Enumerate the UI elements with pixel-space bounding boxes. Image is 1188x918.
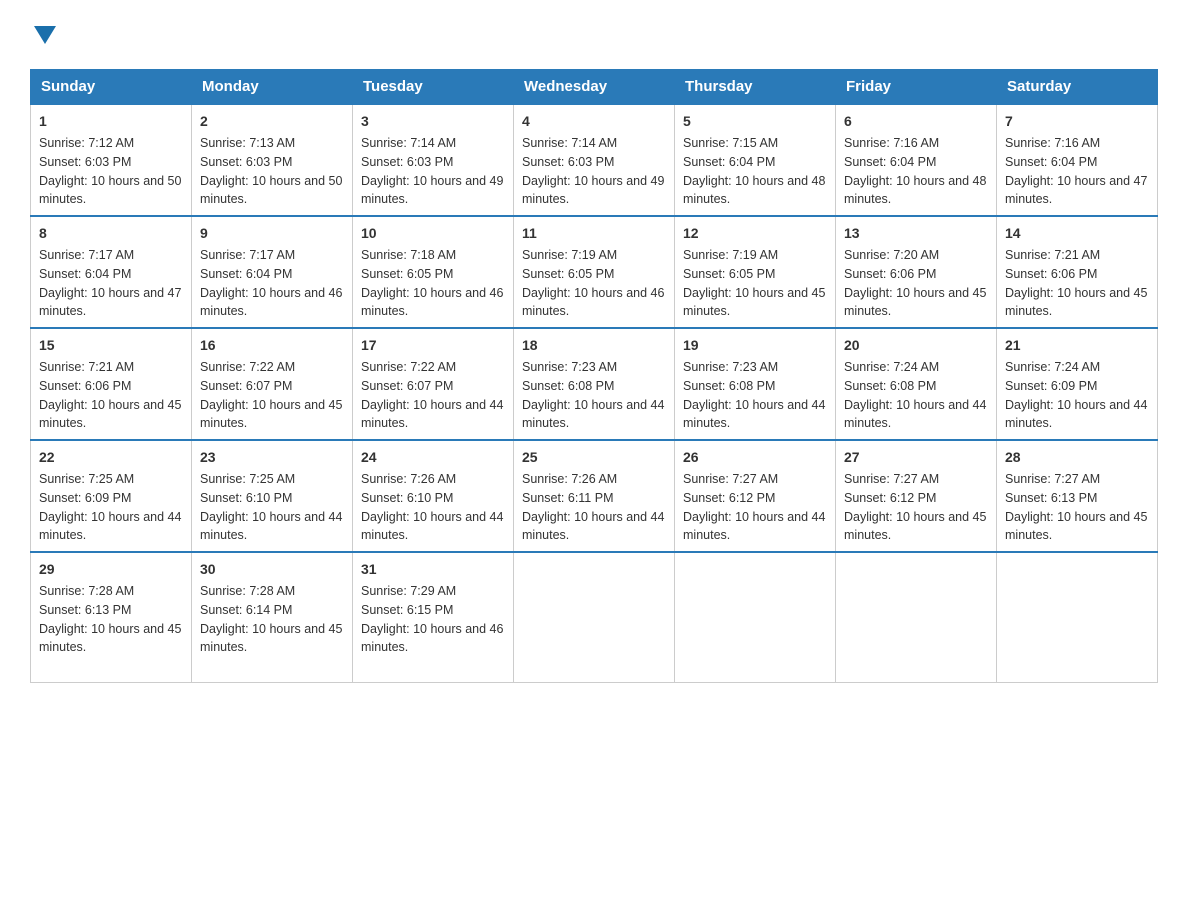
weekday-header-tuesday: Tuesday bbox=[353, 70, 514, 105]
calendar-cell bbox=[514, 552, 675, 682]
day-number: 3 bbox=[361, 111, 505, 132]
calendar-cell bbox=[997, 552, 1158, 682]
day-number: 10 bbox=[361, 223, 505, 244]
day-number: 18 bbox=[522, 335, 666, 356]
day-number: 15 bbox=[39, 335, 183, 356]
calendar-cell: 7Sunrise: 7:16 AMSunset: 6:04 PMDaylight… bbox=[997, 104, 1158, 216]
calendar-cell: 15Sunrise: 7:21 AMSunset: 6:06 PMDayligh… bbox=[31, 328, 192, 440]
calendar-cell: 1Sunrise: 7:12 AMSunset: 6:03 PMDaylight… bbox=[31, 104, 192, 216]
calendar-cell: 13Sunrise: 7:20 AMSunset: 6:06 PMDayligh… bbox=[836, 216, 997, 328]
page-header bbox=[30, 20, 1158, 49]
day-number: 9 bbox=[200, 223, 344, 244]
day-number: 22 bbox=[39, 447, 183, 468]
weekday-header-saturday: Saturday bbox=[997, 70, 1158, 105]
day-number: 1 bbox=[39, 111, 183, 132]
day-number: 20 bbox=[844, 335, 988, 356]
day-number: 16 bbox=[200, 335, 344, 356]
weekday-header-monday: Monday bbox=[192, 70, 353, 105]
calendar-cell: 8Sunrise: 7:17 AMSunset: 6:04 PMDaylight… bbox=[31, 216, 192, 328]
calendar-cell: 6Sunrise: 7:16 AMSunset: 6:04 PMDaylight… bbox=[836, 104, 997, 216]
day-number: 26 bbox=[683, 447, 827, 468]
day-number: 12 bbox=[683, 223, 827, 244]
calendar-cell: 27Sunrise: 7:27 AMSunset: 6:12 PMDayligh… bbox=[836, 440, 997, 552]
day-number: 24 bbox=[361, 447, 505, 468]
calendar-cell: 29Sunrise: 7:28 AMSunset: 6:13 PMDayligh… bbox=[31, 552, 192, 682]
logo bbox=[30, 20, 56, 49]
calendar-cell: 14Sunrise: 7:21 AMSunset: 6:06 PMDayligh… bbox=[997, 216, 1158, 328]
calendar-cell: 16Sunrise: 7:22 AMSunset: 6:07 PMDayligh… bbox=[192, 328, 353, 440]
calendar-cell: 21Sunrise: 7:24 AMSunset: 6:09 PMDayligh… bbox=[997, 328, 1158, 440]
day-number: 31 bbox=[361, 559, 505, 580]
day-number: 5 bbox=[683, 111, 827, 132]
calendar-cell: 2Sunrise: 7:13 AMSunset: 6:03 PMDaylight… bbox=[192, 104, 353, 216]
calendar-cell: 25Sunrise: 7:26 AMSunset: 6:11 PMDayligh… bbox=[514, 440, 675, 552]
calendar-week-3: 15Sunrise: 7:21 AMSunset: 6:06 PMDayligh… bbox=[31, 328, 1158, 440]
calendar-cell: 22Sunrise: 7:25 AMSunset: 6:09 PMDayligh… bbox=[31, 440, 192, 552]
day-number: 28 bbox=[1005, 447, 1149, 468]
calendar-cell: 30Sunrise: 7:28 AMSunset: 6:14 PMDayligh… bbox=[192, 552, 353, 682]
day-number: 4 bbox=[522, 111, 666, 132]
day-number: 11 bbox=[522, 223, 666, 244]
calendar-cell: 3Sunrise: 7:14 AMSunset: 6:03 PMDaylight… bbox=[353, 104, 514, 216]
day-number: 25 bbox=[522, 447, 666, 468]
day-number: 6 bbox=[844, 111, 988, 132]
calendar-cell bbox=[675, 552, 836, 682]
calendar-cell bbox=[836, 552, 997, 682]
calendar-cell: 9Sunrise: 7:17 AMSunset: 6:04 PMDaylight… bbox=[192, 216, 353, 328]
day-number: 23 bbox=[200, 447, 344, 468]
calendar-cell: 18Sunrise: 7:23 AMSunset: 6:08 PMDayligh… bbox=[514, 328, 675, 440]
weekday-header-sunday: Sunday bbox=[31, 70, 192, 105]
weekday-header-wednesday: Wednesday bbox=[514, 70, 675, 105]
day-number: 29 bbox=[39, 559, 183, 580]
day-number: 7 bbox=[1005, 111, 1149, 132]
calendar-cell: 31Sunrise: 7:29 AMSunset: 6:15 PMDayligh… bbox=[353, 552, 514, 682]
day-number: 19 bbox=[683, 335, 827, 356]
calendar-cell: 17Sunrise: 7:22 AMSunset: 6:07 PMDayligh… bbox=[353, 328, 514, 440]
calendar-week-2: 8Sunrise: 7:17 AMSunset: 6:04 PMDaylight… bbox=[31, 216, 1158, 328]
calendar-cell: 12Sunrise: 7:19 AMSunset: 6:05 PMDayligh… bbox=[675, 216, 836, 328]
day-number: 8 bbox=[39, 223, 183, 244]
calendar-cell: 23Sunrise: 7:25 AMSunset: 6:10 PMDayligh… bbox=[192, 440, 353, 552]
calendar-cell: 20Sunrise: 7:24 AMSunset: 6:08 PMDayligh… bbox=[836, 328, 997, 440]
calendar-cell: 10Sunrise: 7:18 AMSunset: 6:05 PMDayligh… bbox=[353, 216, 514, 328]
day-number: 30 bbox=[200, 559, 344, 580]
calendar-week-1: 1Sunrise: 7:12 AMSunset: 6:03 PMDaylight… bbox=[31, 104, 1158, 216]
calendar-cell: 5Sunrise: 7:15 AMSunset: 6:04 PMDaylight… bbox=[675, 104, 836, 216]
weekday-header-thursday: Thursday bbox=[675, 70, 836, 105]
weekday-header-friday: Friday bbox=[836, 70, 997, 105]
day-number: 13 bbox=[844, 223, 988, 244]
calendar-cell: 19Sunrise: 7:23 AMSunset: 6:08 PMDayligh… bbox=[675, 328, 836, 440]
day-number: 2 bbox=[200, 111, 344, 132]
day-number: 14 bbox=[1005, 223, 1149, 244]
day-number: 17 bbox=[361, 335, 505, 356]
calendar-week-5: 29Sunrise: 7:28 AMSunset: 6:13 PMDayligh… bbox=[31, 552, 1158, 682]
logo-triangle-icon bbox=[34, 26, 56, 44]
calendar-cell: 26Sunrise: 7:27 AMSunset: 6:12 PMDayligh… bbox=[675, 440, 836, 552]
calendar-cell: 28Sunrise: 7:27 AMSunset: 6:13 PMDayligh… bbox=[997, 440, 1158, 552]
day-number: 21 bbox=[1005, 335, 1149, 356]
calendar-cell: 4Sunrise: 7:14 AMSunset: 6:03 PMDaylight… bbox=[514, 104, 675, 216]
calendar-cell: 24Sunrise: 7:26 AMSunset: 6:10 PMDayligh… bbox=[353, 440, 514, 552]
calendar-cell: 11Sunrise: 7:19 AMSunset: 6:05 PMDayligh… bbox=[514, 216, 675, 328]
calendar-week-4: 22Sunrise: 7:25 AMSunset: 6:09 PMDayligh… bbox=[31, 440, 1158, 552]
calendar-table: SundayMondayTuesdayWednesdayThursdayFrid… bbox=[30, 69, 1158, 683]
day-number: 27 bbox=[844, 447, 988, 468]
header-row: SundayMondayTuesdayWednesdayThursdayFrid… bbox=[31, 70, 1158, 105]
